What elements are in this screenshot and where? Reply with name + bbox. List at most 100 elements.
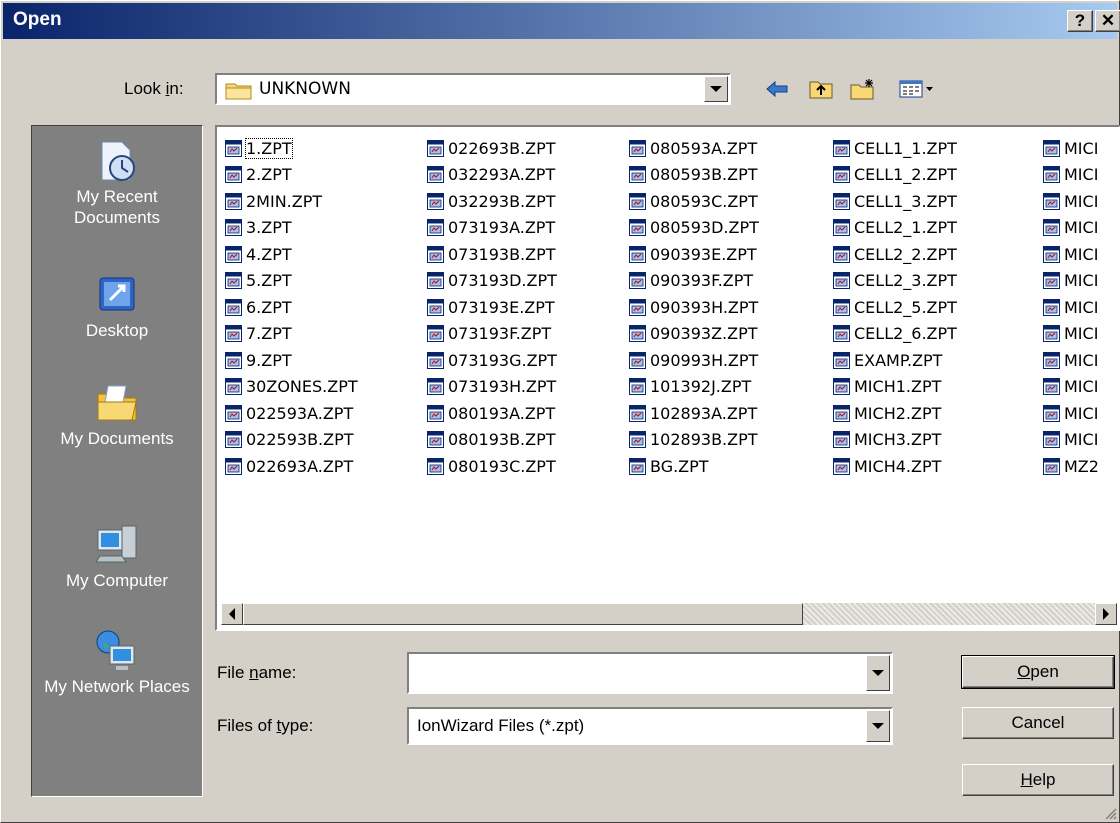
cancel-button[interactable]: Cancel — [962, 707, 1114, 739]
file-item[interactable]: CELL2_5.ZPT — [833, 294, 957, 321]
file-item[interactable]: 022693B.ZPT — [427, 135, 557, 162]
file-name: 2.ZPT — [246, 165, 292, 185]
help-title-button[interactable]: ? — [1067, 10, 1093, 32]
file-item[interactable]: MICI — [1043, 188, 1099, 215]
file-item[interactable]: MICI — [1043, 347, 1099, 374]
file-item[interactable]: 073193F.ZPT — [427, 321, 557, 348]
file-type-dropdown-button[interactable] — [866, 710, 890, 742]
file-item[interactable]: 073193B.ZPT — [427, 241, 557, 268]
file-item[interactable]: CELL1_1.ZPT — [833, 135, 957, 162]
file-item[interactable]: MICI — [1043, 241, 1099, 268]
file-item[interactable]: 2.ZPT — [225, 162, 358, 189]
file-item[interactable]: MICI — [1043, 400, 1099, 427]
file-item[interactable]: 090393E.ZPT — [629, 241, 759, 268]
file-item[interactable]: 080193B.ZPT — [427, 427, 557, 454]
file-item[interactable]: MICI — [1043, 162, 1099, 189]
back-button[interactable] — [763, 75, 791, 103]
file-item[interactable]: 090393H.ZPT — [629, 294, 759, 321]
file-item[interactable]: CELL1_2.ZPT — [833, 162, 957, 189]
file-item[interactable]: MICH4.ZPT — [833, 453, 957, 480]
zpt-file-icon — [427, 457, 444, 475]
file-item[interactable]: MICI — [1043, 135, 1099, 162]
file-item[interactable]: 022693A.ZPT — [225, 453, 358, 480]
file-item[interactable]: MICI — [1043, 374, 1099, 401]
file-item[interactable]: 073193A.ZPT — [427, 215, 557, 242]
file-item[interactable]: 090393Z.ZPT — [629, 321, 759, 348]
file-item[interactable]: 9.ZPT — [225, 347, 358, 374]
file-item[interactable]: MICH1.ZPT — [833, 374, 957, 401]
place-recent-documents[interactable]: My Recent Documents — [32, 138, 202, 228]
file-item[interactable]: CELL2_3.ZPT — [833, 268, 957, 295]
zpt-file-icon — [225, 298, 242, 316]
file-item[interactable]: 080593D.ZPT — [629, 215, 759, 242]
title-bar[interactable]: Open ? ✕ — [3, 3, 1120, 39]
file-item[interactable]: MICI — [1043, 321, 1099, 348]
file-item[interactable]: CELL2_2.ZPT — [833, 241, 957, 268]
file-item[interactable]: 102893A.ZPT — [629, 400, 759, 427]
zpt-file-icon — [1043, 404, 1060, 422]
place-network-places[interactable]: My Network Places — [32, 628, 202, 697]
file-item[interactable]: 080593A.ZPT — [629, 135, 759, 162]
file-item[interactable]: BG.ZPT — [629, 453, 759, 480]
file-item[interactable]: 080593B.ZPT — [629, 162, 759, 189]
file-item[interactable]: 102893B.ZPT — [629, 427, 759, 454]
file-item[interactable]: 090393F.ZPT — [629, 268, 759, 295]
file-item[interactable]: CELL2_6.ZPT — [833, 321, 957, 348]
close-button[interactable]: ✕ — [1095, 10, 1120, 32]
file-name-dropdown-button[interactable] — [866, 655, 890, 691]
file-item[interactable]: MZ2 — [1043, 453, 1099, 480]
file-item[interactable]: 073193D.ZPT — [427, 268, 557, 295]
look-in-dropdown-button[interactable] — [704, 76, 728, 102]
scroll-thumb[interactable] — [243, 603, 803, 625]
file-item[interactable]: 6.ZPT — [225, 294, 358, 321]
file-item[interactable]: 5.ZPT — [225, 268, 358, 295]
file-name-label: File name: — [217, 663, 297, 682]
place-my-computer[interactable]: My Computer — [32, 522, 202, 591]
place-my-documents[interactable]: My Documents — [32, 380, 202, 449]
scroll-left-button[interactable] — [221, 603, 243, 625]
zpt-file-icon — [427, 245, 444, 263]
file-item[interactable]: CELL1_3.ZPT — [833, 188, 957, 215]
file-item[interactable]: 2MIN.ZPT — [225, 188, 358, 215]
file-item[interactable]: 080593C.ZPT — [629, 188, 759, 215]
file-item[interactable]: 101392J.ZPT — [629, 374, 759, 401]
file-item[interactable]: MICI — [1043, 294, 1099, 321]
file-item[interactable]: 3.ZPT — [225, 215, 358, 242]
file-item[interactable]: 032293B.ZPT — [427, 188, 557, 215]
view-menu-button[interactable] — [897, 75, 937, 103]
file-name-field[interactable] — [407, 652, 893, 694]
file-item[interactable]: 032293A.ZPT — [427, 162, 557, 189]
file-item[interactable]: 022593A.ZPT — [225, 400, 358, 427]
file-item[interactable]: MICI — [1043, 215, 1099, 242]
file-item[interactable]: 073193H.ZPT — [427, 374, 557, 401]
resize-grip-icon[interactable] — [1103, 806, 1117, 820]
file-item[interactable]: 080193A.ZPT — [427, 400, 557, 427]
new-folder-button[interactable] — [849, 75, 877, 103]
file-item[interactable]: 30ZONES.ZPT — [225, 374, 358, 401]
file-item[interactable]: 073193G.ZPT — [427, 347, 557, 374]
file-item[interactable]: 022593B.ZPT — [225, 427, 358, 454]
place-desktop[interactable]: Desktop — [32, 272, 202, 341]
look-in-combo[interactable]: UNKNOWN — [215, 73, 731, 105]
file-item[interactable]: EXAMP.ZPT — [833, 347, 957, 374]
file-item[interactable]: 7.ZPT — [225, 321, 358, 348]
file-item[interactable]: MICH2.ZPT — [833, 400, 957, 427]
file-list[interactable]: 1.ZPT 2.ZPT 2MIN.ZPT 3.ZPT 4.ZPT 5.ZPT 6.ZPT 7.… — [215, 125, 1120, 631]
file-item[interactable]: 090993H.ZPT — [629, 347, 759, 374]
file-item[interactable]: 080193C.ZPT — [427, 453, 557, 480]
file-item[interactable]: 4.ZPT — [225, 241, 358, 268]
open-button[interactable]: Open — [961, 655, 1115, 689]
up-folder-button[interactable] — [807, 75, 835, 103]
file-item[interactable]: 073193E.ZPT — [427, 294, 557, 321]
file-item[interactable]: MICH3.ZPT — [833, 427, 957, 454]
file-type-select[interactable]: IonWizard Files (*.zpt) — [407, 707, 893, 745]
file-column-4: CELL1_1.ZPT CELL1_2.ZPT CELL1_3.ZPT CELL2_1… — [833, 135, 957, 480]
file-item[interactable]: 1.ZPT — [225, 135, 358, 162]
help-button[interactable]: Help — [962, 764, 1114, 796]
horizontal-scrollbar[interactable] — [221, 603, 1117, 625]
scroll-right-button[interactable] — [1095, 603, 1117, 625]
file-item[interactable]: MICI — [1043, 427, 1099, 454]
file-item[interactable]: CELL2_1.ZPT — [833, 215, 957, 242]
zpt-file-icon — [1043, 351, 1060, 369]
file-item[interactable]: MICI — [1043, 268, 1099, 295]
